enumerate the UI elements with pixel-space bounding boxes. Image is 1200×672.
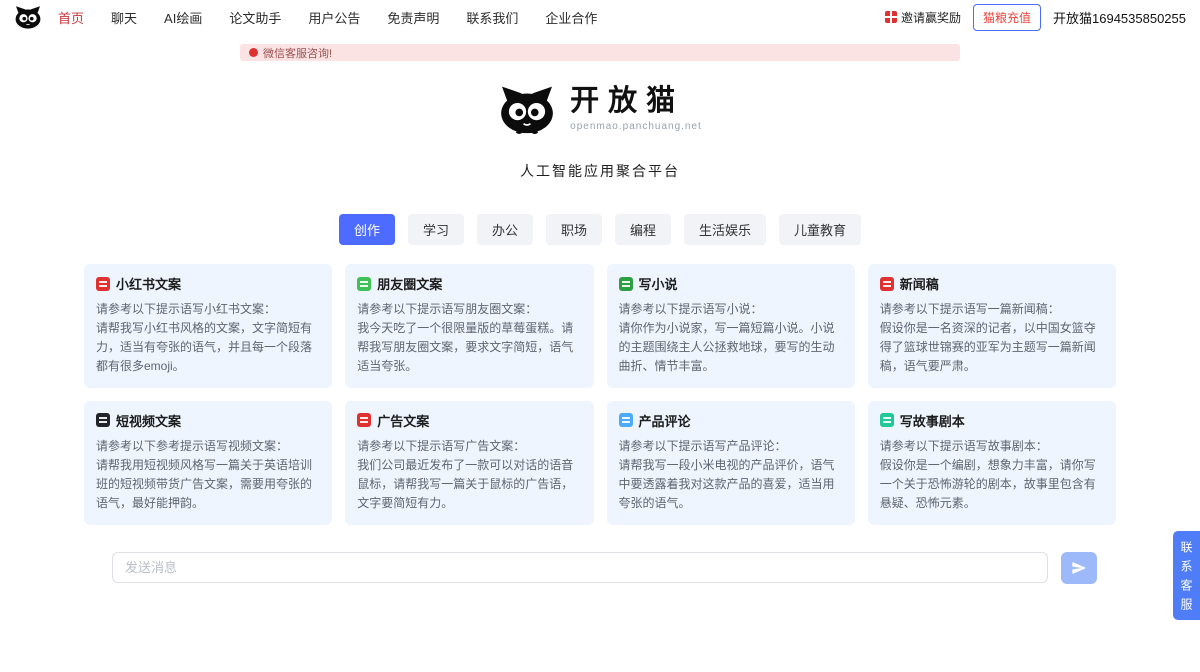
nav-item-ai-draw[interactable]: AI绘画 <box>164 8 202 27</box>
top-navbar: 首页 聊天 AI绘画 论文助手 用户公告 免责声明 联系我们 企业合作 邀请赢奖… <box>0 0 1200 34</box>
username: 开放猫1694535850255 <box>1053 8 1186 27</box>
green-book-icon <box>619 277 633 291</box>
card-title: 广告文案 <box>377 411 429 430</box>
card-title-row: 产品评论 <box>619 411 843 430</box>
card-description: 请参考以下提示语写广告文案： 我们公司最近发布了一款可以对话的语音鼠标，请帮我写… <box>357 437 581 513</box>
card-description: 请参考以下提示语写小红书文案： 请帮我写小红书风格的文案，文字简短有力，适当有夸… <box>96 300 320 376</box>
card-press-release[interactable]: 新闻稿 请参考以下提示语写一篇新闻稿： 假设你是一名资深的记者，以中国女篮夺得了… <box>868 264 1116 388</box>
card-ad-copy[interactable]: 广告文案 请参考以下提示语写广告文案： 我们公司最近发布了一款可以对话的语音鼠标… <box>345 401 593 525</box>
card-title-row: 写故事剧本 <box>880 411 1104 430</box>
prompt-card-grid: 小红书文案 请参考以下提示语写小红书文案： 请帮我写小红书风格的文案，文字简短有… <box>84 264 1116 525</box>
nav-item-home[interactable]: 首页 <box>58 8 84 27</box>
tab-life-entertainment[interactable]: 生活娱乐 <box>684 214 766 245</box>
nav-menu: 首页 聊天 AI绘画 论文助手 用户公告 免责声明 联系我们 企业合作 <box>58 8 597 27</box>
card-title-row: 短视频文案 <box>96 411 320 430</box>
card-description: 请参考以下参考提示语写视频文案： 请帮我用短视频风格写一篇关于英语培训班的短视频… <box>96 437 320 513</box>
red-book-icon <box>96 277 110 291</box>
video-camera-icon <box>96 413 110 427</box>
tab-career[interactable]: 职场 <box>546 214 602 245</box>
category-tabs: 创作 学习 办公 职场 编程 生活娱乐 儿童教育 <box>0 214 1200 245</box>
card-title-row: 广告文案 <box>357 411 581 430</box>
invite-reward-link[interactable]: 邀请赢奖励 <box>885 9 961 26</box>
card-title-row: 新闻稿 <box>880 274 1104 293</box>
notice-text: 微信客服咨询! <box>263 45 332 61</box>
card-title-row: 小红书文案 <box>96 274 320 293</box>
card-title: 写小说 <box>639 274 678 293</box>
teal-book-icon <box>880 413 894 427</box>
nav-item-announcements[interactable]: 用户公告 <box>308 8 360 27</box>
site-tagline: 人工智能应用聚合平台 <box>0 161 1200 181</box>
card-short-video-copy[interactable]: 短视频文案 请参考以下参考提示语写视频文案： 请帮我用短视频风格写一篇关于英语培… <box>84 401 332 525</box>
nav-item-cooperation[interactable]: 企业合作 <box>545 8 597 27</box>
send-button[interactable] <box>1061 552 1097 584</box>
card-story-script[interactable]: 写故事剧本 请参考以下提示语写故事剧本： 假设你是一个编剧，想象力丰富，请你写一… <box>868 401 1116 525</box>
nav-item-chat[interactable]: 聊天 <box>111 8 137 27</box>
tab-office[interactable]: 办公 <box>477 214 533 245</box>
card-product-review[interactable]: 产品评论 请参考以下提示语写产品评论： 请帮我写一段小米电视的产品评价，语气中要… <box>607 401 855 525</box>
card-write-novel[interactable]: 写小说 请参考以下提示语写小说： 请你作为小说家，写一篇短篇小说。小说的主题围绕… <box>607 264 855 388</box>
megaphone-icon <box>249 48 258 57</box>
nav-item-paper-assistant[interactable]: 论文助手 <box>229 8 281 27</box>
nav-item-contact-us[interactable]: 联系我们 <box>466 8 518 27</box>
card-title: 朋友圈文案 <box>377 274 442 293</box>
openmao-logo-icon <box>498 84 556 134</box>
moments-clover-icon <box>357 277 371 291</box>
invite-reward-label: 邀请赢奖励 <box>901 9 961 26</box>
card-description: 请参考以下提示语写产品评论： 请帮我写一段小米电视的产品评价，语气中要透露着我对… <box>619 437 843 513</box>
card-title-row: 朋友圈文案 <box>357 274 581 293</box>
cat-food-recharge-button[interactable]: 猫粮充值 <box>973 4 1041 31</box>
ad-badge-icon <box>357 413 371 427</box>
card-title: 小红书文案 <box>116 274 181 293</box>
card-description: 请参考以下提示语写朋友圈文案： 我今天吃了一个很限量版的草莓蛋糕。请帮我写朋友圈… <box>357 300 581 376</box>
card-title: 新闻稿 <box>900 274 939 293</box>
card-title-row: 写小说 <box>619 274 843 293</box>
tab-creation[interactable]: 创作 <box>339 214 395 245</box>
blue-diamond-icon <box>619 413 633 427</box>
site-title: 开放猫 <box>570 86 702 118</box>
newspaper-icon <box>880 277 894 291</box>
message-input[interactable] <box>112 552 1048 583</box>
tab-study[interactable]: 学习 <box>408 214 464 245</box>
card-xiaohongshu-copy[interactable]: 小红书文案 请参考以下提示语写小红书文案： 请帮我写小红书风格的文案，文字简短有… <box>84 264 332 388</box>
tab-coding[interactable]: 编程 <box>615 214 671 245</box>
gift-icon <box>885 11 897 23</box>
card-description: 请参考以下提示语写一篇新闻稿： 假设你是一名资深的记者，以中国女篮夺得了篮球世锦… <box>880 300 1104 376</box>
hero-section: 开放猫 openmao.panchuang.net <box>0 84 1200 134</box>
card-description: 请参考以下提示语写故事剧本： 假设你是一个编剧，想象力丰富，请你写一个关于恐怖游… <box>880 437 1104 513</box>
card-moments-copy[interactable]: 朋友圈文案 请参考以下提示语写朋友圈文案： 我今天吃了一个很限量版的草莓蛋糕。请… <box>345 264 593 388</box>
cat-logo-icon[interactable] <box>14 5 42 29</box>
contact-support-button[interactable]: 联系客服 <box>1173 531 1200 620</box>
card-title: 写故事剧本 <box>900 411 965 430</box>
site-domain: openmao.panchuang.net <box>570 121 702 132</box>
paper-plane-icon <box>1071 560 1087 576</box>
card-title: 产品评论 <box>639 411 691 430</box>
card-description: 请参考以下提示语写小说： 请你作为小说家，写一篇短篇小说。小说的主题围绕主人公拯… <box>619 300 843 376</box>
navbar-right: 邀请赢奖励 猫粮充值 开放猫1694535850255 <box>885 4 1186 31</box>
tab-kids-education[interactable]: 儿童教育 <box>779 214 861 245</box>
card-title: 短视频文案 <box>116 411 181 430</box>
notice-bar: 微信客服咨询! <box>240 44 960 61</box>
message-composer <box>112 552 1097 584</box>
nav-item-disclaimer[interactable]: 免责声明 <box>387 8 439 27</box>
